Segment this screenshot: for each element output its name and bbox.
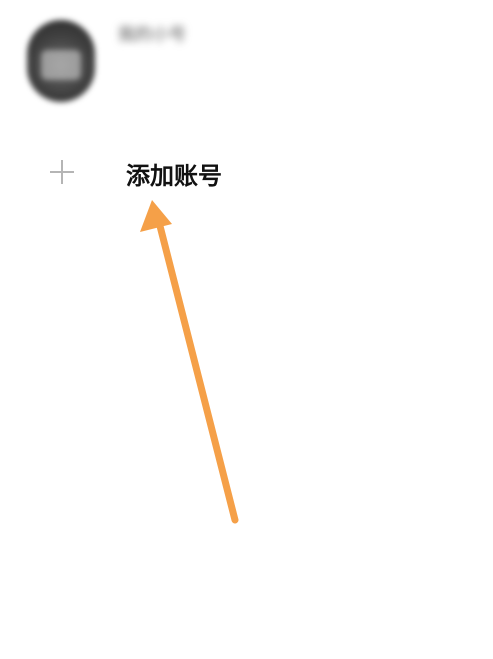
current-account-badge: [412, 20, 472, 34]
avatar: [27, 20, 95, 102]
account-name: 我的小号: [118, 25, 186, 45]
avatar-image: [41, 50, 81, 80]
add-account-button[interactable]: 添加账号: [0, 150, 493, 200]
account-subtitle: [118, 52, 278, 68]
arrow-shaft: [156, 222, 239, 524]
account-item[interactable]: 我的小号: [0, 0, 493, 130]
add-account-label: 添加账号: [126, 161, 222, 190]
plus-icon: [50, 160, 74, 184]
arrow-head: [140, 200, 172, 232]
account-detail: [118, 78, 278, 94]
